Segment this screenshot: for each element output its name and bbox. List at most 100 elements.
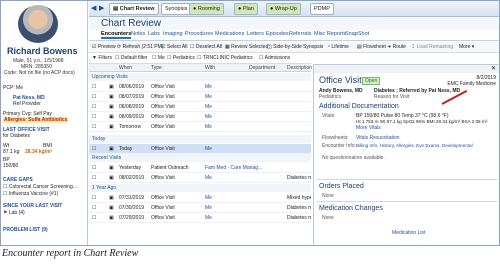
cell-with: Me — [205, 215, 212, 221]
subtab-referrals[interactable]: Referrals — [289, 31, 311, 37]
default-filter-checkbox[interactable]: ☐ Default filter — [115, 55, 148, 61]
close-icon[interactable]: ✕ — [491, 65, 496, 72]
section-recent[interactable]: Recent Visits — [89, 154, 311, 162]
side-by-side-button[interactable]: ◫ Side-by-Side — [267, 44, 302, 50]
subtab-snapshot[interactable]: SnapShot — [345, 31, 369, 37]
cell-when: 08/06/2019 — [119, 84, 145, 90]
review-selected-button[interactable]: ▦ Review Selected — [225, 44, 268, 50]
cell-when: 07/29/2019 — [119, 215, 145, 221]
tab-rooming-label: Rooming — [197, 6, 220, 12]
col-description[interactable]: Description — [287, 65, 312, 71]
subtab-misc-reports[interactable]: Misc Reports — [314, 31, 346, 37]
allergies-banner[interactable]: Allergies: Sulfa Antibiotics — [3, 117, 69, 123]
deselect-all-button[interactable]: ☐ Deselect All — [190, 44, 222, 50]
me-checkbox[interactable]: ☐ Me — [152, 55, 165, 61]
subtab-medications[interactable]: Medications — [215, 31, 244, 37]
me-label: Me — [157, 55, 165, 61]
care-gap-2[interactable]: Influenza Vaccine (#1) — [9, 191, 58, 197]
subtab-notes[interactable]: Notes — [131, 31, 145, 37]
visit-type-icon: ▣ — [109, 146, 114, 152]
table-row[interactable]: ☐ ▣ 07/29/2019 Office Visit Me Diabetes melli… — [89, 213, 311, 223]
medication-list-link[interactable]: Medication List — [392, 230, 425, 236]
route-button[interactable]: ➜ Route — [387, 44, 406, 50]
subtab-procedures[interactable]: Procedures — [185, 31, 213, 37]
row-checkbox[interactable]: ☐ — [92, 102, 96, 112]
table-row[interactable]: ☐ ▣ 07/30/2019 Office Visit Me Diabetes melli… — [89, 203, 311, 213]
row-checkbox[interactable]: ☐ — [92, 122, 96, 132]
cell-when: Tomorrow — [119, 124, 141, 130]
row-checkbox[interactable]: ☐ — [92, 163, 96, 173]
forward-arrow-icon[interactable]: ▶ — [99, 4, 104, 12]
flowsheets-link[interactable]: Vitals Resuscitation — [356, 135, 400, 141]
cell-with: Me — [205, 205, 212, 211]
table-row[interactable]: ☐ ▣ 08/02/2019 Office Visit Me Diabetes melli… — [89, 173, 311, 183]
patient-photo — [18, 5, 58, 43]
table-row[interactable]: ☐ ▣ 08/08/2019 Office Visit Me — [89, 102, 311, 112]
table-row[interactable]: ☐ ▣ 08/07/2019 Office Visit Me — [89, 92, 311, 102]
tab-synopsis[interactable]: Synopsis — [161, 3, 192, 15]
side-by-side-label: Side-by-Side — [273, 44, 302, 50]
problem-list-header[interactable]: PROBLEM LIST (9) — [3, 227, 85, 233]
synopsis-button[interactable]: Synopsis — [303, 44, 323, 50]
col-with[interactable]: With — [205, 65, 215, 71]
visit-type-icon: ▣ — [109, 84, 114, 90]
refresh-button[interactable]: ⟳ Refresh (2:51 PM) — [117, 44, 163, 50]
admissions-checkbox[interactable]: ☐ Admissions — [259, 55, 290, 61]
select-all-label: Select All — [166, 44, 188, 50]
lifetime-button[interactable]: ◔ Lifetime — [327, 44, 349, 50]
since-last-visit-header: SINCE YOUR LAST VISIT — [3, 203, 63, 209]
table-row[interactable]: ☐ ▣ Yesterday Patient Outreach Fam Med - Car… — [89, 163, 311, 173]
load-remaining-button[interactable]: ↧ Load Remaining — [411, 44, 453, 50]
since-lab[interactable]: Lab (4) — [9, 210, 25, 216]
tab-chart-review[interactable]: ▤ Chart Review — [109, 3, 159, 15]
select-all-button[interactable]: ☑ Select All — [161, 44, 187, 50]
section-upcoming[interactable]: Upcoming Visits — [89, 73, 311, 81]
row-checkbox[interactable]: ☐ — [92, 82, 96, 92]
row-checkbox[interactable]: ☐ — [92, 92, 96, 102]
filters-button[interactable]: ▼ Filters — [92, 55, 112, 61]
row-checkbox[interactable]: ☐ — [92, 173, 96, 183]
visit-type-icon: ▣ — [109, 205, 114, 211]
table-row[interactable]: ☐ ▣ 07/31/2019 Office Visit Me Mixed hyperlip… — [89, 193, 311, 203]
section-today[interactable]: Today — [89, 135, 311, 143]
row-checkbox[interactable]: ☐ — [92, 203, 96, 213]
back-arrow-icon[interactable]: ◀ — [91, 4, 96, 12]
table-row[interactable]: ☐ ▣ 08/09/2019 Office Visit Me — [89, 112, 311, 122]
cell-with: Me — [205, 84, 212, 90]
table-row[interactable]: ☐ ▣ 08/06/2019 Office Visit Me — [89, 82, 311, 92]
encounter-info-links[interactable]: Billing Info, History, Allergies, Eye Ex… — [356, 143, 473, 148]
section-year-ago[interactable]: 1 Year Ago — [89, 184, 311, 192]
flowsheet-button[interactable]: ▤ Flowsheet — [357, 44, 386, 50]
table-row[interactable]: ☐ ▣ Today Office Visit Me — [89, 144, 311, 154]
row-checkbox[interactable]: ☐ — [92, 144, 96, 154]
trnclinic-checkbox[interactable]: ☐ TRNCLINIC Pediatrics — [197, 55, 253, 61]
row-checkbox[interactable]: ☐ — [92, 193, 96, 203]
more-button[interactable]: More ▾ — [459, 44, 474, 50]
subtab-episodes[interactable]: Episodes — [266, 31, 289, 37]
tab-pdmp[interactable]: PDMP — [310, 3, 334, 15]
pediatrics-checkbox[interactable]: ☐ Pediatrics — [167, 55, 195, 61]
tab-rooming[interactable]: ● Rooming — [189, 3, 224, 15]
visit-type-icon: ▣ — [109, 104, 114, 110]
cell-description: Diabetes mellitus, ty — [287, 175, 311, 181]
subtab-imaging[interactable]: Imaging — [163, 31, 183, 37]
tab-plan[interactable]: ● Plan — [234, 3, 258, 15]
col-department[interactable]: Department — [249, 65, 275, 71]
care-gap-1[interactable]: Colorectal Cancer Screening... — [9, 184, 77, 190]
col-type[interactable]: Type — [151, 65, 162, 71]
row-checkbox[interactable]: ☐ — [92, 112, 96, 122]
visit-type-icon: ▣ — [109, 114, 114, 120]
subtab-letters[interactable]: Letters — [247, 31, 264, 37]
row-checkbox[interactable]: ☐ — [92, 213, 96, 223]
patient-name[interactable]: Richard Bowens — [7, 46, 78, 56]
orders-placed-header: Orders Placed — [319, 183, 364, 190]
subtab-encounters[interactable]: Encounters — [101, 31, 132, 39]
more-label: More — [459, 44, 471, 50]
chevron-down-icon: ▾ — [470, 44, 475, 50]
more-vitals-link[interactable]: More Vitals — [356, 125, 381, 131]
subtab-labs[interactable]: Labs — [148, 31, 160, 37]
table-row[interactable]: ☐ ▣ Tomorrow Office Visit Me — [89, 122, 311, 132]
tab-wrap-up[interactable]: ● Wrap-Up — [266, 3, 301, 15]
preview-checkbox[interactable]: ☑ Preview — [92, 44, 116, 50]
col-when[interactable]: When — [119, 65, 132, 71]
